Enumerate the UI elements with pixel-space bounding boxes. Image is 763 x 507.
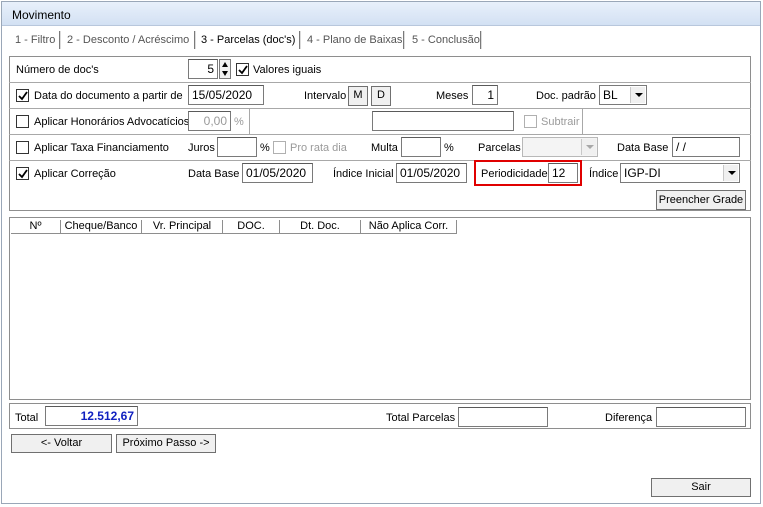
- indice-select[interactable]: IGP-DI: [620, 163, 740, 183]
- total-value: 12.512,67: [45, 406, 138, 426]
- check-icon: [18, 91, 28, 101]
- valores-iguais-checkbox[interactable]: [236, 63, 249, 76]
- diferenca-input: [656, 407, 746, 427]
- chevron-down-icon: [586, 145, 594, 149]
- data-doc-label: Data do documento a partir de: [34, 90, 183, 102]
- honorarios-checkbox[interactable]: [16, 115, 29, 128]
- multa-label: Multa: [371, 142, 398, 154]
- grid-header: Nº Cheque/Banco Vr. Principal DOC. Dt. D…: [11, 220, 457, 234]
- honorarios-label: Aplicar Honorários Advocatícios: [34, 116, 190, 128]
- indice-value: IGP-DI: [624, 166, 661, 180]
- window-title: Movimento: [12, 8, 71, 22]
- voltar-button[interactable]: <- Voltar: [11, 434, 112, 453]
- num-docs-spinner[interactable]: [219, 59, 231, 79]
- check-icon: [18, 169, 28, 179]
- doc-padrao-select[interactable]: BL: [599, 85, 647, 105]
- total-parcelas-label: Total Parcelas: [386, 412, 456, 424]
- tab-filtro[interactable]: 1 - Filtro: [15, 33, 55, 51]
- total-label: Total: [15, 412, 39, 424]
- row-divider: [249, 109, 250, 134]
- data-doc-checkbox[interactable]: [16, 89, 29, 102]
- parcelas-grid[interactable]: Nº Cheque/Banco Vr. Principal DOC. Dt. D…: [9, 217, 751, 400]
- multa-percent-label: %: [444, 142, 454, 154]
- pro-rata-checkbox[interactable]: [273, 141, 286, 154]
- grid-column-header[interactable]: Vr. Principal: [142, 220, 223, 234]
- tab-conclusao[interactable]: 5 - Conclusão: [412, 33, 480, 51]
- data-base-taxa-input[interactable]: / /: [672, 137, 740, 157]
- chevron-down-icon: [728, 171, 736, 175]
- row-divider: [9, 160, 751, 161]
- grid-column-header[interactable]: Cheque/Banco: [61, 220, 142, 234]
- doc-padrao-value: BL: [603, 88, 618, 102]
- taxa-financiamento-checkbox[interactable]: [16, 141, 29, 154]
- juros-label: Juros: [188, 142, 215, 154]
- tab-separator: [59, 31, 61, 49]
- honorarios-input[interactable]: 0,00: [188, 111, 231, 131]
- aplicar-correcao-checkbox[interactable]: [16, 167, 29, 180]
- row-divider: [9, 108, 751, 109]
- tab-parcelas[interactable]: 3 - Parcelas (doc's): [201, 33, 295, 51]
- total-parcelas-input: [458, 407, 548, 427]
- grid-column-header[interactable]: Dt. Doc.: [280, 220, 361, 234]
- row-divider: [582, 109, 583, 134]
- grid-column-header[interactable]: Nº: [11, 220, 61, 234]
- row-divider: [9, 134, 751, 135]
- tab-desconto-acrescimo[interactable]: 2 - Desconto / Acréscimo: [67, 33, 189, 51]
- intervalo-m-button[interactable]: M: [348, 86, 368, 106]
- proximo-passo-button[interactable]: Próximo Passo ->: [116, 434, 216, 453]
- dropdown-button[interactable]: [630, 87, 645, 103]
- tab-separator: [480, 31, 482, 49]
- parcelas-label: Parcelas: [478, 142, 521, 154]
- grid-column-header[interactable]: DOC.: [223, 220, 280, 234]
- data-base-taxa-label: Data Base: [617, 142, 669, 154]
- tab-separator: [299, 31, 301, 49]
- meses-input[interactable]: 1: [472, 85, 498, 105]
- spinner-arrows-icon: [222, 62, 228, 76]
- intervalo-label: Intervalo: [304, 90, 347, 102]
- preencher-grade-button[interactable]: Preencher Grade: [656, 190, 746, 210]
- periodicidade-highlight-box: [474, 160, 582, 186]
- row-divider: [9, 82, 751, 83]
- chevron-down-icon: [635, 93, 643, 97]
- multa-input[interactable]: [401, 137, 441, 157]
- taxa-financiamento-label: Aplicar Taxa Financiamento: [34, 142, 169, 154]
- parcelas-select[interactable]: [522, 137, 598, 157]
- valores-iguais-label: Valores iguais: [253, 64, 322, 76]
- data-doc-input[interactable]: 15/05/2020: [188, 85, 264, 105]
- dropdown-button[interactable]: [581, 139, 596, 155]
- sair-button[interactable]: Sair: [651, 478, 751, 497]
- pro-rata-label: Pro rata dia: [290, 142, 347, 154]
- juros-percent-label: %: [260, 142, 270, 154]
- title-bar: Movimento: [2, 2, 760, 26]
- indice-label: Índice: [589, 168, 619, 180]
- juros-input[interactable]: [217, 137, 257, 157]
- check-icon: [238, 65, 248, 75]
- subtrair-checkbox[interactable]: [524, 115, 537, 128]
- meses-label: Meses: [436, 90, 469, 102]
- indice-inicial-label: Índice Inicial: [333, 168, 394, 180]
- honorarios-descricao-input[interactable]: [372, 111, 514, 131]
- num-docs-label: Número de doc's: [16, 64, 99, 76]
- data-base-correcao-label: Data Base: [188, 168, 240, 180]
- diferenca-label: Diferença: [605, 412, 653, 424]
- aplicar-correcao-label: Aplicar Correção: [34, 168, 116, 180]
- grid-column-header[interactable]: Não Aplica Corr.: [361, 220, 457, 234]
- tab-separator: [194, 31, 196, 49]
- honorarios-percent-label: %: [234, 116, 244, 128]
- tab-plano-de-baixas[interactable]: 4 - Plano de Baixas: [307, 33, 402, 51]
- data-base-correcao-input[interactable]: 01/05/2020: [242, 163, 313, 183]
- dropdown-button[interactable]: [723, 165, 738, 181]
- intervalo-d-button[interactable]: D: [371, 86, 391, 106]
- indice-inicial-input[interactable]: 01/05/2020: [396, 163, 467, 183]
- num-docs-input[interactable]: 5: [188, 59, 218, 79]
- tab-separator: [403, 31, 405, 49]
- subtrair-label: Subtrair: [541, 116, 580, 128]
- doc-padrao-label: Doc. padrão: [536, 90, 596, 102]
